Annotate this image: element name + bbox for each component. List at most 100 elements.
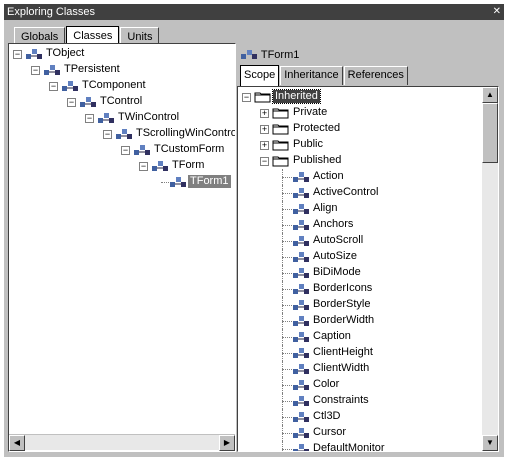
tree-item[interactable]: − TWinControl bbox=[9, 110, 235, 126]
tree-root-inherited[interactable]: − Inherited bbox=[238, 89, 482, 105]
tree-item-label: TForm bbox=[172, 159, 205, 171]
tree-folder[interactable]: − Published bbox=[238, 153, 482, 169]
tree-item-label: TWinControl bbox=[118, 111, 180, 123]
collapse-icon[interactable]: − bbox=[49, 82, 58, 91]
tree-item[interactable]: − TControl bbox=[9, 94, 235, 110]
tree-connector bbox=[282, 305, 292, 306]
tree-item-label: TPersistent bbox=[64, 63, 120, 75]
class-tree-panel[interactable]: − TObject − TPersistent − TComponent − TControl… bbox=[8, 43, 236, 452]
tree-item-label: TCustomForm bbox=[154, 143, 225, 155]
class-icon bbox=[62, 81, 78, 91]
collapse-icon[interactable]: − bbox=[103, 130, 112, 139]
tree-member[interactable]: ClientHeight bbox=[238, 345, 482, 361]
tree-connector bbox=[282, 321, 292, 322]
title-bar: Exploring Classes ✕ bbox=[4, 4, 504, 20]
tree-connector bbox=[282, 433, 292, 434]
tree-item[interactable]: − TComponent bbox=[9, 78, 235, 94]
tree-member[interactable]: Caption bbox=[238, 329, 482, 345]
class-icon bbox=[293, 332, 309, 342]
tree-connector bbox=[282, 369, 292, 370]
scope-tree[interactable]: − Inherited + Private + Protected + Public − Publ… bbox=[238, 87, 482, 451]
class-icon bbox=[293, 300, 309, 310]
collapse-icon[interactable]: − bbox=[13, 50, 22, 59]
tree-member[interactable]: BorderIcons bbox=[238, 281, 482, 297]
tree-item-label: AutoScroll bbox=[313, 234, 364, 246]
tab-inheritance[interactable]: Inheritance bbox=[280, 66, 343, 85]
tree-item-label: BorderIcons bbox=[313, 282, 373, 294]
detail-class-name: TForm1 bbox=[260, 49, 300, 61]
tree-member[interactable]: BiDiMode bbox=[238, 265, 482, 281]
tree-item[interactable]: − TScrollingWinContro bbox=[9, 126, 235, 142]
tree-connector bbox=[282, 273, 292, 274]
tree-member[interactable]: ActiveControl bbox=[238, 185, 482, 201]
tree-member[interactable]: BorderStyle bbox=[238, 297, 482, 313]
tree-member[interactable]: Constraints bbox=[238, 393, 482, 409]
scroll-right-arrow-icon[interactable]: ▶ bbox=[219, 435, 235, 451]
collapse-icon[interactable]: − bbox=[31, 66, 40, 75]
tab-references[interactable]: References bbox=[343, 66, 408, 85]
scroll-up-arrow-icon[interactable]: ▲ bbox=[482, 87, 498, 103]
tree-item-label: TControl bbox=[100, 95, 143, 107]
collapse-icon[interactable]: − bbox=[260, 157, 269, 166]
tree-member[interactable]: Align bbox=[238, 201, 482, 217]
tree-member[interactable]: Cursor bbox=[238, 425, 482, 441]
tab-scope[interactable]: Scope bbox=[240, 65, 280, 86]
tree-item-label: Inherited bbox=[272, 89, 321, 104]
tree-item-label: BorderStyle bbox=[313, 298, 371, 310]
scope-tree-panel[interactable]: − Inherited + Private + Protected + Public − Publ… bbox=[237, 86, 499, 452]
scrollbar-thumb[interactable] bbox=[482, 103, 498, 163]
tree-item-label: DefaultMonitor bbox=[313, 442, 385, 451]
detail-tabs: Scope Inheritance References bbox=[240, 65, 409, 86]
tree-item[interactable]: − TPersistent bbox=[9, 62, 235, 78]
scroll-down-arrow-icon[interactable]: ▼ bbox=[482, 435, 498, 451]
collapse-icon[interactable]: − bbox=[85, 114, 94, 123]
tree-member[interactable]: BorderWidth bbox=[238, 313, 482, 329]
tree-item[interactable]: − TObject bbox=[9, 46, 235, 62]
expand-icon[interactable]: + bbox=[260, 125, 269, 134]
tree-item[interactable]: − TForm bbox=[9, 158, 235, 174]
tree-member[interactable]: ClientWidth bbox=[238, 361, 482, 377]
tree-member[interactable]: DefaultMonitor bbox=[238, 441, 482, 451]
close-icon[interactable]: ✕ bbox=[493, 4, 501, 20]
scroll-left-arrow-icon[interactable]: ◀ bbox=[9, 435, 25, 451]
collapse-icon[interactable]: − bbox=[139, 162, 148, 171]
tree-item-label: AutoSize bbox=[313, 250, 358, 262]
vertical-scrollbar[interactable]: ▲ ▼ bbox=[482, 87, 498, 451]
class-icon bbox=[293, 348, 309, 358]
class-icon bbox=[293, 172, 309, 182]
tree-member[interactable]: Color bbox=[238, 377, 482, 393]
tree-member[interactable]: AutoSize bbox=[238, 249, 482, 265]
expand-icon[interactable]: + bbox=[260, 109, 269, 118]
collapse-icon[interactable]: − bbox=[242, 93, 251, 102]
class-tree[interactable]: − TObject − TPersistent − TComponent − TControl… bbox=[9, 44, 235, 451]
tree-member[interactable]: Anchors bbox=[238, 217, 482, 233]
tree-connector bbox=[282, 353, 292, 354]
tree-connector bbox=[282, 449, 292, 450]
tree-member[interactable]: AutoScroll bbox=[238, 233, 482, 249]
horizontal-scrollbar[interactable]: ◀ ▶ bbox=[9, 434, 235, 451]
window-title: Exploring Classes bbox=[7, 6, 96, 18]
tree-member[interactable]: Ctl3D bbox=[238, 409, 482, 425]
tree-item[interactable]: TForm1 bbox=[9, 174, 235, 190]
class-icon bbox=[293, 204, 309, 214]
class-icon bbox=[44, 65, 60, 75]
expand-icon[interactable]: + bbox=[260, 141, 269, 150]
class-icon bbox=[293, 396, 309, 406]
class-icon bbox=[293, 412, 309, 422]
class-icon bbox=[152, 161, 168, 171]
class-icon bbox=[293, 380, 309, 390]
class-icon bbox=[26, 49, 42, 59]
tree-member[interactable]: Action bbox=[238, 169, 482, 185]
tree-item-label: Published bbox=[293, 154, 342, 166]
tree-folder[interactable]: + Public bbox=[238, 137, 482, 153]
tree-connector bbox=[282, 225, 292, 226]
class-icon bbox=[293, 364, 309, 374]
collapse-icon[interactable]: − bbox=[67, 98, 76, 107]
collapse-icon[interactable]: − bbox=[121, 146, 130, 155]
tree-item[interactable]: − TCustomForm bbox=[9, 142, 235, 158]
tree-folder[interactable]: + Private bbox=[238, 105, 482, 121]
tree-item-label: TObject bbox=[46, 47, 85, 59]
tree-folder[interactable]: + Protected bbox=[238, 121, 482, 137]
tree-connector bbox=[282, 401, 292, 402]
class-icon bbox=[116, 129, 132, 139]
